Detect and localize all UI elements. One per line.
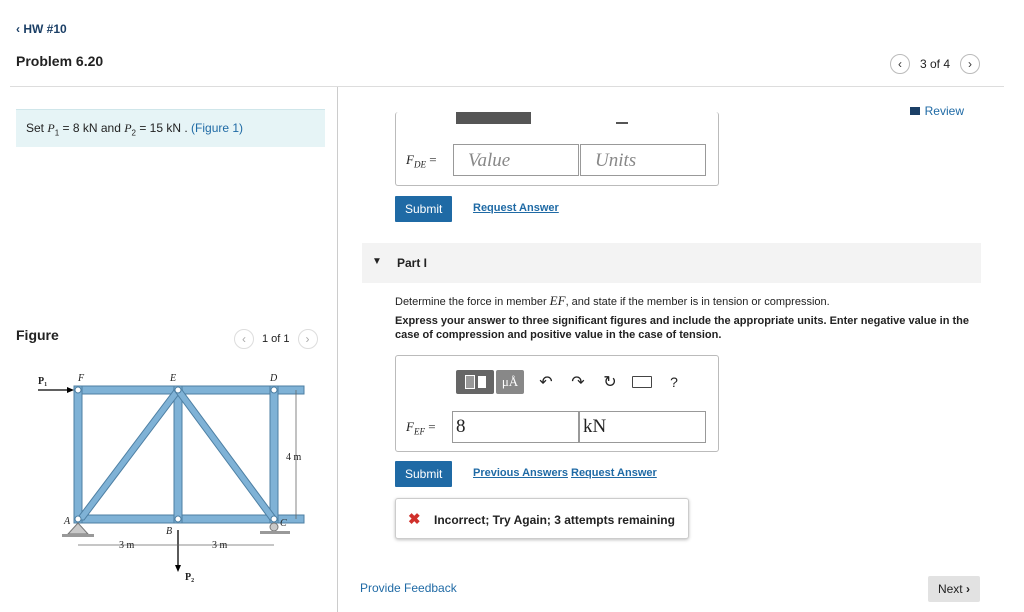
- panel-divider: [337, 87, 338, 612]
- label-p1: P1: [38, 376, 47, 388]
- prev-answer-box: FDE = Value Units: [395, 112, 719, 186]
- header-divider: [10, 86, 1004, 87]
- statement-eq1: = 8 kN and: [59, 121, 125, 135]
- figure-pager-text: 1 of 1: [262, 333, 290, 345]
- p1-symbol: P: [47, 121, 55, 135]
- prompt-member: EF: [549, 293, 566, 308]
- member-af: [73, 385, 83, 524]
- label-d: D: [269, 373, 278, 384]
- truss-figure: P1 F E D A B C 3 m 3 m 4 m P2: [38, 373, 305, 584]
- part-i-answer-box: μÅ ↶ ↷ ↻ ? FEF = 8 kN: [395, 355, 719, 452]
- p2-arrowhead: [175, 565, 181, 572]
- prompt-suffix: , and state if the member is in tension …: [565, 296, 830, 308]
- problem-statement: Set P1 = 8 kN and P2 = 15 kN . (Figure 1…: [16, 109, 325, 147]
- fef-units-input[interactable]: kN: [579, 411, 706, 443]
- keyboard-icon[interactable]: [632, 372, 652, 392]
- member-be: [173, 385, 183, 524]
- prev-figure-button[interactable]: ‹: [234, 329, 254, 349]
- fef-label: FEF =: [406, 419, 436, 437]
- reset-icon[interactable]: ↻: [600, 372, 620, 392]
- part-i-header[interactable]: ▼ Part I: [362, 243, 981, 283]
- ground-a: [62, 534, 94, 537]
- templates-icon-2: [477, 376, 486, 388]
- problem-pager: ‹ 3 of 4 ›: [889, 54, 980, 74]
- feedback-text: Incorrect; Try Again; 3 attempts remaini…: [434, 513, 675, 527]
- statement-prefix: Set: [26, 121, 48, 135]
- label-e: E: [169, 373, 176, 384]
- caret-down-icon: ▼: [372, 256, 382, 267]
- pin-c: [270, 515, 278, 523]
- prompt-prefix: Determine the force in member: [395, 296, 550, 308]
- ground-c: [260, 531, 290, 534]
- templates-button[interactable]: [456, 370, 494, 394]
- label-c: C: [280, 518, 287, 529]
- p2-symbol: P: [124, 121, 132, 135]
- prev-toolbar-fragment-2: [616, 112, 628, 124]
- help-icon[interactable]: ?: [664, 372, 684, 392]
- provide-feedback-link[interactable]: Provide Feedback: [360, 581, 457, 595]
- part-i-prompt: Determine the force in member EF, and st…: [395, 293, 830, 309]
- problem-title: Problem 6.20: [16, 53, 104, 69]
- chevron-right-icon: ›: [966, 582, 970, 596]
- truss-members: [73, 385, 305, 524]
- member-cd: [269, 385, 279, 524]
- part-i-request-answer-link[interactable]: Request Answer: [571, 467, 657, 479]
- label-a: A: [63, 516, 71, 527]
- toolbar-group-1: μÅ: [456, 370, 524, 394]
- pin-d: [270, 386, 278, 394]
- roller-c: [269, 522, 279, 532]
- pin-e: [174, 386, 182, 394]
- p1-arrowhead: [67, 387, 74, 393]
- pin-b: [174, 515, 182, 523]
- next-button[interactable]: Next ›: [927, 576, 980, 602]
- review-label: Review: [924, 104, 964, 118]
- figure-pager: ‹ 1 of 1 ›: [234, 329, 318, 349]
- part-i-instructions: Express your answer to three significant…: [395, 315, 969, 341]
- units-button[interactable]: μÅ: [496, 370, 524, 394]
- label-b: B: [166, 526, 172, 537]
- fde-units-input[interactable]: Units: [580, 144, 706, 176]
- label-dim-ab: 3 m: [119, 540, 135, 551]
- support-a: [66, 522, 90, 535]
- figure-link[interactable]: (Figure 1): [191, 121, 243, 135]
- prev-request-answer-link[interactable]: Request Answer: [473, 202, 559, 214]
- previous-answers-link[interactable]: Previous Answers: [473, 467, 568, 479]
- prev-problem-button[interactable]: ‹: [889, 54, 910, 74]
- undo-icon[interactable]: ↶: [536, 372, 556, 392]
- label-dim-bc: 3 m: [212, 540, 228, 551]
- pin-a: [74, 515, 82, 523]
- fde-value-input[interactable]: Value: [453, 144, 579, 176]
- templates-icon: [464, 375, 475, 389]
- pin-f: [74, 386, 82, 394]
- part-i-title: Part I: [397, 256, 428, 270]
- error-x-icon: ✖: [408, 511, 421, 528]
- member-ae: [74, 389, 184, 521]
- redo-icon[interactable]: ↷: [568, 372, 588, 392]
- label-p2: P2: [185, 572, 194, 584]
- back-link-label: HW #10: [23, 22, 67, 36]
- math-toolbar: μÅ ↶ ↷ ↻ ?: [456, 370, 684, 394]
- statement-eq2: = 15 kN .: [136, 121, 192, 135]
- next-label: Next: [937, 582, 963, 596]
- part-i-submit-button[interactable]: Submit: [395, 461, 453, 487]
- chevron-left-icon: ‹: [16, 22, 20, 36]
- fef-value-input[interactable]: 8: [452, 411, 579, 443]
- fde-label: FDE =: [406, 152, 437, 170]
- member-ec: [173, 389, 279, 521]
- figure-heading: Figure: [16, 327, 59, 343]
- book-icon: [909, 107, 920, 115]
- next-figure-button[interactable]: ›: [297, 329, 318, 349]
- next-problem-button[interactable]: ›: [960, 54, 980, 74]
- feedback-message: ✖ Incorrect; Try Again; 3 attempts remai…: [395, 498, 689, 539]
- label-f: F: [77, 373, 85, 384]
- pager-text: 3 of 4: [919, 57, 950, 71]
- prev-submit-button[interactable]: Submit: [395, 196, 453, 222]
- back-to-hw-link[interactable]: ‹ HW #10: [16, 22, 67, 36]
- review-link[interactable]: Review: [909, 104, 964, 118]
- prev-toolbar-fragment: [456, 112, 531, 124]
- label-dim-height: 4 m: [286, 452, 302, 463]
